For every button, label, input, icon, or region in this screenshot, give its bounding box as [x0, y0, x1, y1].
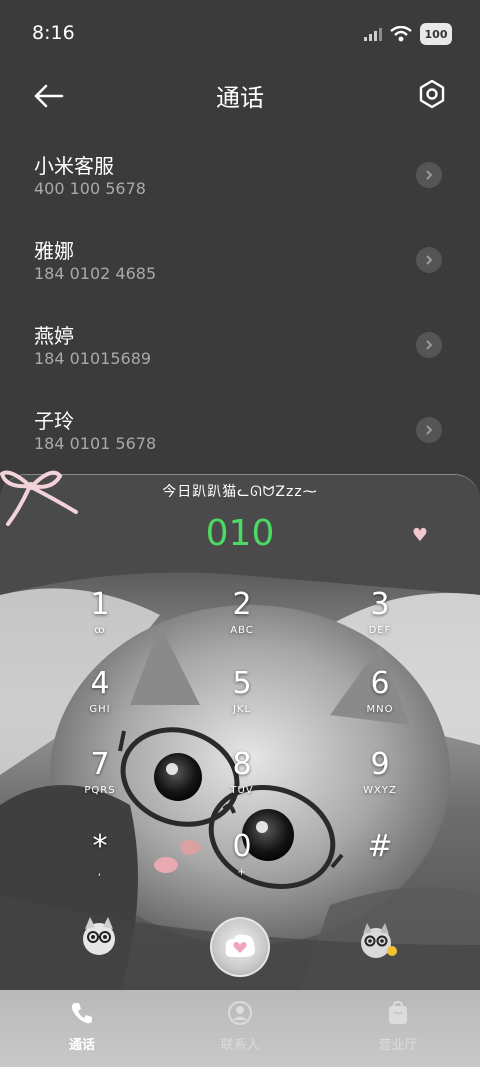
chevron-right-icon [426, 425, 433, 435]
detail-button[interactable] [416, 247, 442, 273]
voicemail-icon: ꝏ [94, 625, 106, 636]
detail-button[interactable] [416, 162, 442, 188]
call-log-list: 小米客服 400 100 5678 雅娜 184 0102 4685 燕婷 18… [0, 130, 480, 470]
key-digit: # [367, 829, 393, 864]
tab-service-hall[interactable]: 营业厅 [338, 1000, 458, 1053]
chevron-right-icon [426, 340, 433, 350]
key-3[interactable]: 3 DEF [325, 587, 435, 657]
tab-contacts[interactable]: 联系人 [180, 1000, 300, 1053]
key-9[interactable]: 9 WXYZ [325, 747, 435, 817]
ribbon-bow-decoration [0, 470, 78, 526]
contact-number: 400 100 5678 [34, 179, 146, 198]
key-0[interactable]: 0 + [187, 829, 297, 899]
key-2[interactable]: 2 ABC [187, 587, 297, 657]
key-digit: * [92, 829, 108, 864]
key-letters: DEF [368, 625, 392, 636]
call-button[interactable] [210, 917, 270, 977]
detail-button[interactable] [416, 417, 442, 443]
key-star[interactable]: * , [45, 829, 155, 899]
key-letters: PQRS [84, 785, 116, 796]
signal-icon [364, 28, 382, 41]
person-icon [228, 1001, 252, 1025]
call-log-item[interactable]: 子玲 184 0101 5678 [0, 385, 480, 470]
key-letters: , [97, 867, 103, 878]
tab-calls[interactable]: 通话 [22, 1000, 142, 1053]
key-letters: JKL [232, 704, 252, 715]
contact-name: 子玲 [34, 409, 74, 433]
tab-label: 联系人 [220, 1038, 260, 1053]
key-4[interactable]: 4 GHI [45, 666, 155, 736]
header: 通话 [0, 70, 480, 120]
battery-indicator: 100 [420, 23, 452, 45]
detail-button[interactable] [416, 332, 442, 358]
key-letters: ABC [230, 625, 254, 636]
key-8[interactable]: 8 TUV [187, 747, 297, 817]
key-letters: TUV [230, 785, 254, 796]
key-digit: 4 [90, 666, 110, 701]
heart-icon[interactable]: ♥ [412, 525, 428, 546]
tab-label: 营业厅 [378, 1038, 418, 1053]
bag-icon [389, 1000, 407, 1024]
key-5[interactable]: 5 JKL [187, 666, 297, 736]
key-digit: 5 [232, 666, 252, 701]
status-time: 8:16 [32, 22, 75, 44]
dialer-panel: 今日趴趴猫ᓚᘏᗢZzz⁓ 010 ♥ 1 ꝏ 2 ABC 3 DEF 4 GHI… [0, 474, 480, 990]
key-1[interactable]: 1 ꝏ [45, 587, 155, 657]
contact-number: 184 0102 4685 [34, 264, 157, 283]
key-digit: 9 [370, 747, 390, 782]
chevron-right-icon [426, 170, 433, 180]
key-digit: 1 [90, 587, 110, 622]
status-icons: 100 [364, 20, 452, 48]
gear-icon [419, 79, 445, 109]
cat-avatar-icon [83, 917, 115, 955]
sim1-cat-avatar-button[interactable] [78, 915, 120, 957]
contact-name: 小米客服 [34, 154, 114, 178]
settings-button[interactable] [416, 78, 448, 110]
cat-avatar-icon [361, 923, 397, 958]
key-digit: 0 [232, 829, 252, 864]
battery-level: 100 [424, 27, 448, 41]
chevron-right-icon [426, 255, 433, 265]
bottom-navigation: 通话 联系人 营业厅 [0, 990, 480, 1067]
key-digit: 7 [90, 747, 110, 782]
call-log-item[interactable]: 小米客服 400 100 5678 [0, 130, 480, 215]
sim2-cat-avatar-button[interactable] [356, 919, 398, 961]
key-digit: 3 [370, 587, 390, 622]
contact-name: 燕婷 [34, 324, 74, 348]
key-digit: 2 [232, 587, 252, 622]
wifi-icon [390, 26, 412, 42]
key-hash[interactable]: # [325, 829, 435, 899]
key-letters: MNO [366, 704, 394, 715]
key-letters: + [237, 867, 247, 878]
contact-number: 184 01015689 [34, 349, 152, 368]
key-digit: 8 [232, 747, 252, 782]
call-log-item[interactable]: 燕婷 184 01015689 [0, 300, 480, 385]
tab-label: 通话 [68, 1038, 95, 1053]
heart-cloud-icon [225, 934, 256, 957]
contact-number: 184 0101 5678 [34, 434, 157, 453]
key-letters: WXYZ [363, 785, 397, 796]
call-log-item[interactable]: 雅娜 184 0102 4685 [0, 215, 480, 300]
phone-icon [71, 1003, 92, 1024]
key-digit: 6 [370, 666, 390, 701]
page-title: 通话 [216, 84, 264, 112]
contact-name: 雅娜 [34, 239, 74, 263]
key-7[interactable]: 7 PQRS [45, 747, 155, 817]
status-bar: 8:16 100 [0, 0, 480, 70]
key-6[interactable]: 6 MNO [325, 666, 435, 736]
key-letters: GHI [89, 704, 111, 715]
